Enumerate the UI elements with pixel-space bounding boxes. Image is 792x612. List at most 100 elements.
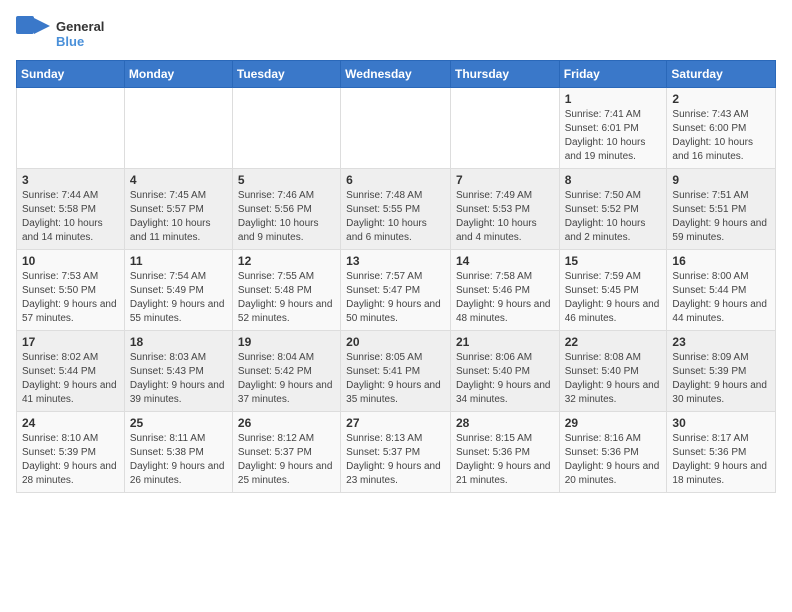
- header-day-monday: Monday: [124, 61, 232, 88]
- day-info: Sunrise: 8:10 AM Sunset: 5:39 PM Dayligh…: [22, 432, 119, 488]
- header-day-tuesday: Tuesday: [232, 61, 340, 88]
- day-info: Sunrise: 8:12 AM Sunset: 5:37 PM Dayligh…: [238, 432, 335, 488]
- day-number: 21: [456, 335, 554, 349]
- day-number: 10: [22, 254, 119, 268]
- day-number: 27: [346, 416, 445, 430]
- day-cell: 30 Sunrise: 8:17 AM Sunset: 5:36 PM Dayli…: [667, 412, 776, 493]
- day-cell: 5Sunrise: 7:46 AM Sunset: 5:56 PM Daylig…: [232, 169, 340, 250]
- header-row: SundayMondayTuesdayWednesdayThursdayFrid…: [17, 61, 776, 88]
- day-number: 15: [565, 254, 662, 268]
- day-number: 4: [130, 173, 227, 187]
- day-cell: 7 Sunrise: 7:49 AM Sunset: 5:53 PM Daylig…: [450, 169, 559, 250]
- day-cell: 4 Sunrise: 7:45 AM Sunset: 5:57 PM Daylig…: [124, 169, 232, 250]
- day-info: Sunrise: 7:50 AM Sunset: 5:52 PM Dayligh…: [565, 189, 662, 245]
- day-number: 8: [565, 173, 662, 187]
- day-info: Sunrise: 7:51 AM Sunset: 5:51 PM Dayligh…: [672, 189, 770, 245]
- day-cell: 23Sunrise: 8:09 AM Sunset: 5:39 PM Dayli…: [667, 331, 776, 412]
- day-info: Sunrise: 7:46 AM Sunset: 5:56 PM Dayligh…: [238, 189, 335, 245]
- day-number: 24: [22, 416, 119, 430]
- day-number: 30: [672, 416, 770, 430]
- week-row-3: 10Sunrise: 7:53 AM Sunset: 5:50 PM Dayli…: [17, 250, 776, 331]
- day-cell: 12 Sunrise: 7:55 AM Sunset: 5:48 PM Dayli…: [232, 250, 340, 331]
- day-info: Sunrise: 7:44 AM Sunset: 5:58 PM Dayligh…: [22, 189, 119, 245]
- day-number: 18: [130, 335, 227, 349]
- day-number: 25: [130, 416, 227, 430]
- day-info: Sunrise: 8:17 AM Sunset: 5:36 PM Dayligh…: [672, 432, 770, 488]
- day-cell: 20 Sunrise: 8:05 AM Sunset: 5:41 PM Dayli…: [341, 331, 451, 412]
- day-cell: 21 Sunrise: 8:06 AM Sunset: 5:40 PM Dayli…: [450, 331, 559, 412]
- day-number: 28: [456, 416, 554, 430]
- day-number: 26: [238, 416, 335, 430]
- day-number: 17: [22, 335, 119, 349]
- day-number: 6: [346, 173, 445, 187]
- day-number: 9: [672, 173, 770, 187]
- day-cell: [124, 88, 232, 169]
- day-cell: 25Sunrise: 8:11 AM Sunset: 5:38 PM Dayli…: [124, 412, 232, 493]
- day-cell: 17 Sunrise: 8:02 AM Sunset: 5:44 PM Dayli…: [17, 331, 125, 412]
- day-cell: [232, 88, 340, 169]
- day-cell: 29 Sunrise: 8:16 AM Sunset: 5:36 PM Dayli…: [559, 412, 667, 493]
- header-day-saturday: Saturday: [667, 61, 776, 88]
- day-number: 22: [565, 335, 662, 349]
- day-info: Sunrise: 8:00 AM Sunset: 5:44 PM Dayligh…: [672, 270, 770, 326]
- logo-general: General: [56, 19, 104, 34]
- day-cell: 27 Sunrise: 8:13 AM Sunset: 5:37 PM Dayli…: [341, 412, 451, 493]
- day-cell: [341, 88, 451, 169]
- day-info: Sunrise: 8:06 AM Sunset: 5:40 PM Dayligh…: [456, 351, 554, 407]
- logo-svg: [16, 16, 52, 52]
- day-number: 13: [346, 254, 445, 268]
- day-number: 3: [22, 173, 119, 187]
- day-cell: 28 Sunrise: 8:15 AM Sunset: 5:36 PM Dayli…: [450, 412, 559, 493]
- day-info: Sunrise: 8:13 AM Sunset: 5:37 PM Dayligh…: [346, 432, 445, 488]
- week-row-1: 1Sunrise: 7:41 AM Sunset: 6:01 PM Daylig…: [17, 88, 776, 169]
- day-info: Sunrise: 7:59 AM Sunset: 5:45 PM Dayligh…: [565, 270, 662, 326]
- day-info: Sunrise: 8:03 AM Sunset: 5:43 PM Dayligh…: [130, 351, 227, 407]
- day-info: Sunrise: 7:45 AM Sunset: 5:57 PM Dayligh…: [130, 189, 227, 245]
- day-info: Sunrise: 7:49 AM Sunset: 5:53 PM Dayligh…: [456, 189, 554, 245]
- day-number: 12: [238, 254, 335, 268]
- day-cell: 3 Sunrise: 7:44 AM Sunset: 5:58 PM Daylig…: [17, 169, 125, 250]
- day-cell: 8 Sunrise: 7:50 AM Sunset: 5:52 PM Daylig…: [559, 169, 667, 250]
- logo-blue: Blue: [56, 34, 104, 49]
- day-info: Sunrise: 7:48 AM Sunset: 5:55 PM Dayligh…: [346, 189, 445, 245]
- day-info: Sunrise: 7:55 AM Sunset: 5:48 PM Dayligh…: [238, 270, 335, 326]
- day-number: 1: [565, 92, 662, 106]
- day-info: Sunrise: 7:58 AM Sunset: 5:46 PM Dayligh…: [456, 270, 554, 326]
- day-cell: 19 Sunrise: 8:04 AM Sunset: 5:42 PM Dayli…: [232, 331, 340, 412]
- day-number: 7: [456, 173, 554, 187]
- day-info: Sunrise: 8:05 AM Sunset: 5:41 PM Dayligh…: [346, 351, 445, 407]
- day-number: 2: [672, 92, 770, 106]
- day-info: Sunrise: 7:54 AM Sunset: 5:49 PM Dayligh…: [130, 270, 227, 326]
- day-cell: 10Sunrise: 7:53 AM Sunset: 5:50 PM Dayli…: [17, 250, 125, 331]
- day-info: Sunrise: 8:02 AM Sunset: 5:44 PM Dayligh…: [22, 351, 119, 407]
- day-cell: 26 Sunrise: 8:12 AM Sunset: 5:37 PM Dayli…: [232, 412, 340, 493]
- day-cell: 24 Sunrise: 8:10 AM Sunset: 5:39 PM Dayli…: [17, 412, 125, 493]
- day-number: 11: [130, 254, 227, 268]
- day-cell: [450, 88, 559, 169]
- day-number: 29: [565, 416, 662, 430]
- day-info: Sunrise: 7:43 AM Sunset: 6:00 PM Dayligh…: [672, 108, 770, 164]
- day-cell: 11 Sunrise: 7:54 AM Sunset: 5:49 PM Dayli…: [124, 250, 232, 331]
- day-cell: 13 Sunrise: 7:57 AM Sunset: 5:47 PM Dayli…: [341, 250, 451, 331]
- day-info: Sunrise: 8:16 AM Sunset: 5:36 PM Dayligh…: [565, 432, 662, 488]
- day-info: Sunrise: 7:57 AM Sunset: 5:47 PM Dayligh…: [346, 270, 445, 326]
- day-number: 19: [238, 335, 335, 349]
- day-cell: 16Sunrise: 8:00 AM Sunset: 5:44 PM Dayli…: [667, 250, 776, 331]
- week-row-5: 24 Sunrise: 8:10 AM Sunset: 5:39 PM Dayli…: [17, 412, 776, 493]
- day-number: 14: [456, 254, 554, 268]
- day-cell: [17, 88, 125, 169]
- day-info: Sunrise: 8:04 AM Sunset: 5:42 PM Dayligh…: [238, 351, 335, 407]
- header-day-sunday: Sunday: [17, 61, 125, 88]
- header-day-wednesday: Wednesday: [341, 61, 451, 88]
- day-number: 23: [672, 335, 770, 349]
- day-cell: 14 Sunrise: 7:58 AM Sunset: 5:46 PM Dayli…: [450, 250, 559, 331]
- calendar-table: SundayMondayTuesdayWednesdayThursdayFrid…: [16, 60, 776, 493]
- day-cell: 18 Sunrise: 8:03 AM Sunset: 5:43 PM Dayli…: [124, 331, 232, 412]
- day-cell: 15 Sunrise: 7:59 AM Sunset: 5:45 PM Dayli…: [559, 250, 667, 331]
- day-info: Sunrise: 8:15 AM Sunset: 5:36 PM Dayligh…: [456, 432, 554, 488]
- week-row-2: 3 Sunrise: 7:44 AM Sunset: 5:58 PM Daylig…: [17, 169, 776, 250]
- day-number: 20: [346, 335, 445, 349]
- day-cell: 6 Sunrise: 7:48 AM Sunset: 5:55 PM Daylig…: [341, 169, 451, 250]
- header: General Blue: [16, 16, 776, 52]
- header-day-thursday: Thursday: [450, 61, 559, 88]
